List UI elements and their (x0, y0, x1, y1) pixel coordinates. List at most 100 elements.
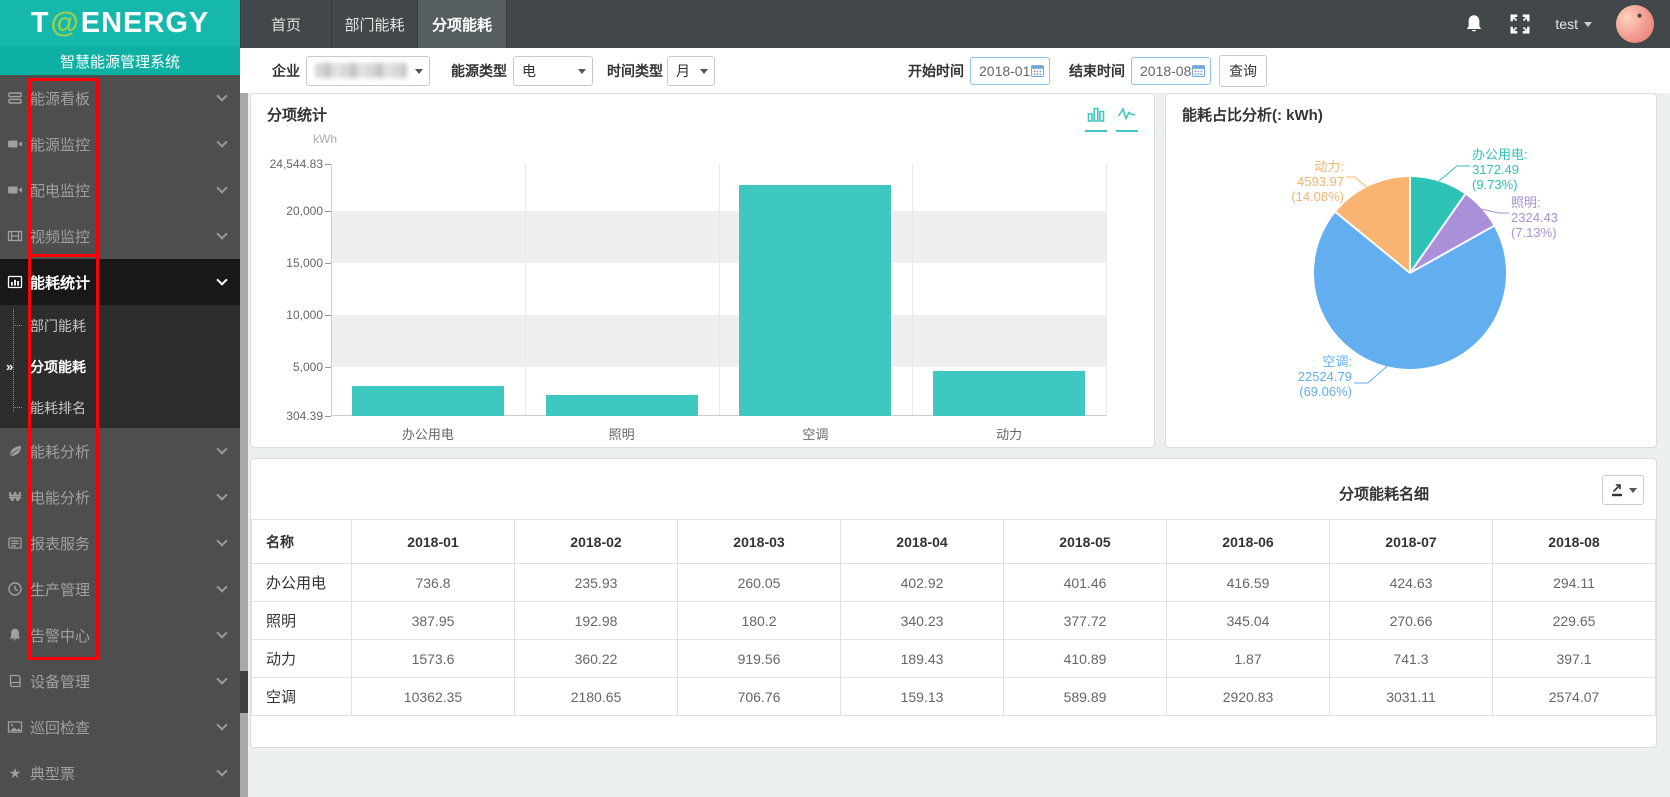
table-value-cell: 2920.83 (1167, 678, 1330, 716)
sidebar-item-0[interactable]: 能源看板 (0, 75, 240, 121)
sidebar-item-3[interactable]: 视频监控 (0, 213, 240, 259)
sidebar-subitem-4-1[interactable]: »分项能耗 (0, 346, 240, 387)
sidebar-item-1[interactable]: 能源监控 (0, 121, 240, 167)
video-camera-icon (7, 136, 23, 152)
end-time-label: 结束时间 (1069, 61, 1125, 81)
chart-type-toggles (1085, 104, 1138, 132)
won-icon: ₩ (7, 489, 23, 505)
end-date-input[interactable]: 2018-08 (1131, 57, 1211, 85)
tree-tick (13, 325, 22, 326)
x-category-label: 动力 (912, 424, 1106, 443)
sidebar-item-10[interactable]: 设备管理 (0, 658, 240, 704)
y-axis-line (331, 164, 332, 416)
table-row: 空调10362.352180.65706.76159.13589.892920.… (252, 678, 1656, 716)
pie-chart-panel: 能耗占比分析(: kWh) 办公用电:3172.49(9.73%)照明:2324… (1165, 93, 1657, 448)
chevron-down-icon (1629, 488, 1637, 493)
sidebar-subitem-label: 能耗排名 (30, 398, 86, 418)
sidebar-subitem-label: 部门能耗 (30, 316, 86, 336)
sidebar-item-7[interactable]: 报表服务 (0, 520, 240, 566)
tab-0[interactable]: 首页 (240, 0, 332, 48)
sidebar-item-label: 典型票 (30, 763, 75, 784)
row-name-cell: 办公用电 (252, 564, 352, 602)
sidebar-item-5[interactable]: 能耗分析 (0, 428, 240, 474)
sidebar-item-2[interactable]: 配电监控 (0, 167, 240, 213)
sidebar-subitem-4-2[interactable]: 能耗排名 (0, 387, 240, 428)
table-value-cell: 589.89 (1004, 678, 1167, 716)
table-value-cell: 192.98 (515, 602, 678, 640)
top-nav: 首页部门能耗分项能耗 test (240, 0, 1670, 48)
chevron-down-icon (216, 581, 227, 592)
table-value-cell: 741.3 (1330, 640, 1493, 678)
chevron-down-icon (216, 535, 227, 546)
pie-label-0: 办公用电:3172.49(9.73%) (1472, 147, 1528, 192)
table-value-cell: 180.2 (678, 602, 841, 640)
chevron-down-icon (1584, 22, 1592, 27)
table-value-cell: 2574.07 (1493, 678, 1656, 716)
pie-leader-line (1346, 177, 1371, 191)
bar-chart-toggle-icon[interactable] (1085, 104, 1107, 132)
sidebar-item-label: 配电监控 (30, 180, 90, 201)
sidebar-item-label: 能耗分析 (30, 441, 90, 462)
sidebar-item-8[interactable]: 生产管理 (0, 566, 240, 612)
chevron-down-icon (415, 69, 423, 74)
sidebar-item-6[interactable]: ₩ 电能分析 (0, 474, 240, 520)
table-value-cell: 919.56 (678, 640, 841, 678)
calendar-icon (1192, 64, 1205, 77)
chevron-down-icon (700, 69, 708, 74)
table-header-cell: 2018-05 (1004, 520, 1167, 564)
time-type-select[interactable]: 月 (667, 56, 715, 86)
x-category-label: 办公用电 (331, 424, 525, 443)
chevron-down-icon (216, 90, 227, 101)
detail-table-panel: 分项能耗名细 名称2018-012018-022018-032018-04201… (250, 458, 1657, 748)
sidebar-item-11[interactable]: 巡回检查 (0, 704, 240, 750)
company-select[interactable] (306, 56, 430, 86)
table-value-cell: 189.43 (841, 640, 1004, 678)
table-value-cell: 377.72 (1004, 602, 1167, 640)
sidebar-item-4[interactable]: 能耗统计 (0, 259, 240, 305)
sidebar-item-12[interactable]: ★ 典型票 (0, 750, 240, 796)
clock-icon (7, 581, 23, 597)
grid-line (912, 164, 913, 416)
sidebar-item-9[interactable]: 告警中心 (0, 612, 240, 658)
table-header-cell: 2018-06 (1167, 520, 1330, 564)
table-value-cell: 424.63 (1330, 564, 1493, 602)
calendar-icon (1031, 64, 1044, 77)
sidebar-item-label: 视频监控 (30, 226, 90, 247)
energy-type-select[interactable]: 电 (513, 56, 593, 86)
x-category-label: 照明 (525, 424, 719, 443)
table-header-cell: 2018-08 (1493, 520, 1656, 564)
y-tick-mark (325, 263, 331, 264)
chevron-down-icon (216, 719, 227, 730)
table-value-cell: 1.87 (1167, 640, 1330, 678)
grid-line (525, 164, 526, 416)
chevron-down-icon (216, 489, 227, 500)
tab-2[interactable]: 分项能耗 (418, 0, 507, 48)
export-button[interactable] (1602, 475, 1644, 505)
row-name-cell: 动力 (252, 640, 352, 678)
query-button[interactable]: 查询 (1219, 55, 1267, 87)
user-menu[interactable]: test (1555, 16, 1592, 32)
tree-tick (13, 407, 22, 408)
tab-1[interactable]: 部门能耗 (332, 0, 418, 48)
video-camera-icon (7, 182, 23, 198)
table-row: 办公用电736.8235.93260.05402.92401.46416.594… (252, 564, 1656, 602)
pie-leader-line (1481, 209, 1509, 213)
table-value-cell: 235.93 (515, 564, 678, 602)
scrollbar-thumb[interactable] (240, 671, 248, 713)
sidebar-item-label: 电能分析 (30, 487, 90, 508)
start-date-input[interactable]: 2018-01 (970, 57, 1050, 85)
star-icon: ★ (7, 765, 23, 781)
nav-right: test (1463, 0, 1670, 48)
notification-bell-icon[interactable] (1463, 13, 1485, 35)
report-icon (7, 535, 23, 551)
fullscreen-icon[interactable] (1509, 13, 1531, 35)
start-time-label: 开始时间 (908, 61, 964, 81)
vertical-scrollbar[interactable] (240, 93, 248, 797)
table-value-cell: 260.05 (678, 564, 841, 602)
pie-leader-line (1439, 166, 1470, 181)
company-label: 企业 (272, 61, 300, 81)
avatar[interactable] (1616, 5, 1654, 43)
sidebar-subitem-4-0[interactable]: 部门能耗 (0, 305, 240, 346)
line-chart-toggle-icon[interactable] (1116, 104, 1138, 132)
active-arrow-icon: » (6, 359, 13, 374)
